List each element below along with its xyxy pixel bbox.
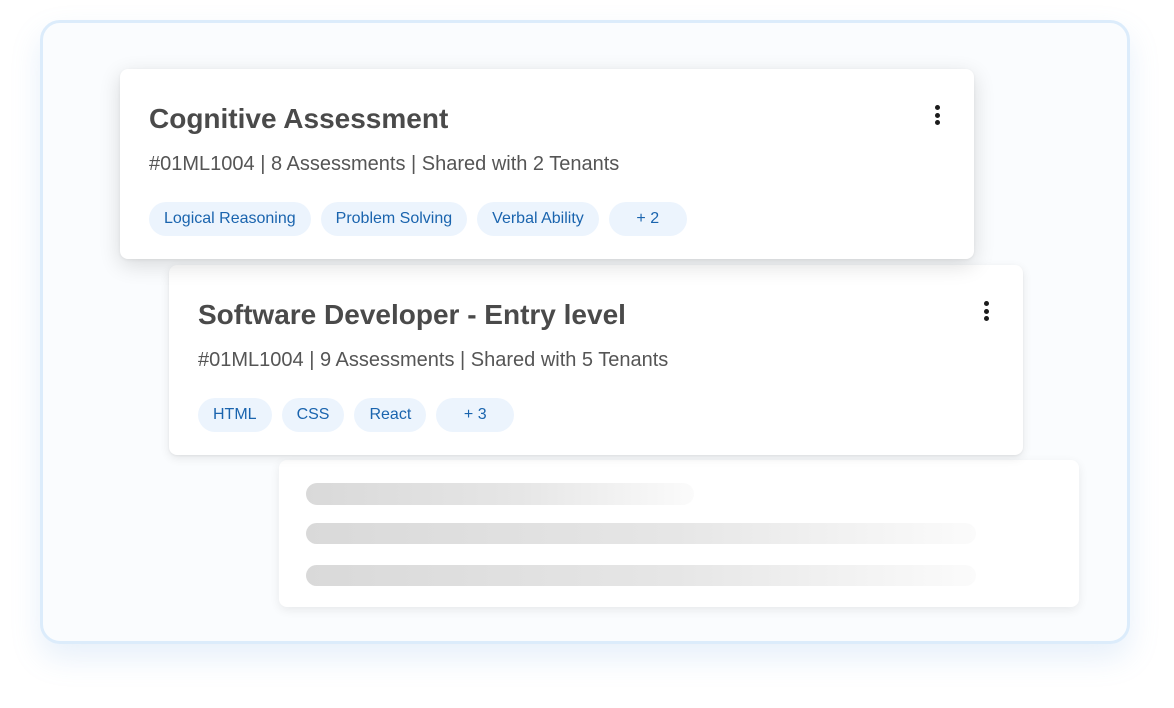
assessment-card[interactable]: Cognitive Assessment #01ML1004 | 8 Asses… — [120, 69, 974, 259]
tag-chip: Logical Reasoning — [149, 202, 311, 236]
tag-list: HTML CSS React + 3 — [198, 398, 514, 432]
card-title: Software Developer - Entry level — [198, 299, 626, 331]
card-meta: #01ML1004 | 8 Assessments | Shared with … — [149, 153, 619, 176]
tag-chip: Verbal Ability — [477, 202, 599, 236]
skeleton-line — [306, 483, 694, 505]
more-tags-chip[interactable]: + 2 — [609, 202, 687, 236]
skeleton-line — [306, 523, 976, 544]
card-title: Cognitive Assessment — [149, 103, 448, 135]
card-meta: #01ML1004 | 9 Assessments | Shared with … — [198, 349, 668, 372]
skeleton-card — [279, 460, 1079, 607]
more-vertical-icon[interactable] — [979, 299, 993, 323]
tag-chip: HTML — [198, 398, 272, 432]
skeleton-line — [306, 565, 976, 586]
tag-list: Logical Reasoning Problem Solving Verbal… — [149, 202, 687, 236]
tag-chip: Problem Solving — [321, 202, 468, 236]
more-tags-chip[interactable]: + 3 — [436, 398, 514, 432]
tag-chip: CSS — [282, 398, 345, 432]
more-vertical-icon[interactable] — [930, 103, 944, 127]
tag-chip: React — [354, 398, 426, 432]
assessment-card[interactable]: Software Developer - Entry level #01ML10… — [169, 265, 1023, 455]
